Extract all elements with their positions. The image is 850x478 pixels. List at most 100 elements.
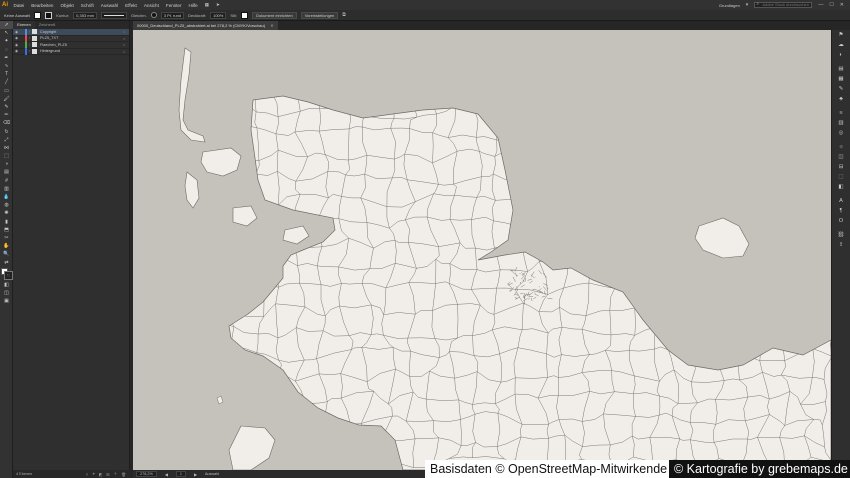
hand-tool-icon[interactable]: ✋ — [0, 242, 13, 250]
stroke-swatch[interactable] — [45, 11, 53, 19]
fill-swatch[interactable] — [34, 11, 42, 19]
new-layer-icon[interactable]: ＋ — [113, 472, 117, 477]
menu-window[interactable]: Fenster — [162, 3, 185, 8]
arrange-icon[interactable]: ⧉ — [342, 12, 346, 18]
graphic-style-swatch[interactable] — [241, 11, 248, 19]
libraries-icon[interactable]: ☁ — [832, 40, 850, 50]
eraser-tool-icon[interactable]: ⌫ — [0, 119, 13, 127]
swatches-icon[interactable]: ▦ — [832, 74, 850, 84]
menu-edit[interactable]: Bearbeiten — [28, 3, 57, 8]
links-icon[interactable]: ⛓ — [832, 230, 850, 240]
color-mode-icon[interactable]: ◧ — [0, 281, 13, 289]
graphic-styles-icon[interactable]: ◫ — [832, 152, 850, 162]
tab-layers[interactable]: Ebenen — [13, 21, 35, 29]
column-graph-tool-icon[interactable]: ▮ — [0, 218, 13, 226]
character-icon[interactable]: A — [832, 196, 850, 206]
visibility-icon[interactable]: ◉ — [13, 30, 20, 34]
paintbrush-tool-icon[interactable]: 🖌 — [0, 95, 13, 103]
stroke-weight-field[interactable]: 0,353 mm — [73, 11, 97, 19]
shaper-tool-icon[interactable]: ✎ — [0, 103, 13, 111]
slice-tool-icon[interactable]: ✂ — [0, 234, 13, 242]
tab-artboards[interactable]: Zeichenfl. — [35, 21, 60, 29]
artboard-canvas[interactable] — [133, 30, 831, 470]
stroke-color-icon[interactable] — [4, 270, 13, 280]
menu-view[interactable]: Ansicht — [140, 3, 162, 8]
pen-tool-icon[interactable]: ✒ — [0, 54, 13, 62]
close-document-icon[interactable]: ✕ — [270, 23, 273, 28]
document-tab[interactable]: 00000_Deutschland_PLZ5_abstrahiert.ai be… — [133, 21, 278, 30]
asset-export-icon[interactable]: ⇪ — [832, 240, 850, 250]
lasso-tool-icon[interactable]: ◌ — [0, 46, 13, 54]
preferences-button[interactable]: Voreinstellungen — [300, 11, 339, 19]
type-tool-icon[interactable]: T — [0, 70, 13, 78]
close-icon[interactable]: ✕ — [840, 2, 844, 8]
properties-icon[interactable]: ⚑ — [832, 30, 850, 40]
send-icon[interactable]: ➤ — [213, 2, 224, 8]
stroke-style[interactable]: Gleichm. — [131, 13, 147, 18]
color-icon[interactable]: ◐ — [832, 50, 850, 60]
shape-builder-tool-icon[interactable]: ◑ — [0, 160, 13, 168]
new-sublayer-icon[interactable]: ⊞ — [106, 472, 109, 477]
drawing-mode-icon[interactable]: ◫ — [0, 289, 13, 297]
target-icon[interactable]: ○ — [123, 42, 129, 47]
document-setup-button[interactable]: Dokument einrichten — [252, 11, 297, 19]
delete-layer-icon[interactable]: 🗑 — [121, 472, 126, 477]
rectangle-tool-icon[interactable]: ▭ — [0, 87, 13, 95]
opentype-icon[interactable]: O — [832, 216, 850, 226]
blend-tool-icon[interactable]: ◍ — [0, 201, 13, 209]
brushes-icon[interactable]: ✎ — [832, 84, 850, 94]
artboard-number-field[interactable]: 1 — [175, 471, 186, 477]
symbol-sprayer-tool-icon[interactable]: ✺ — [0, 209, 13, 217]
color-guide-icon[interactable]: ▤ — [832, 64, 850, 74]
zoom-tool-icon[interactable]: 🔍 — [0, 250, 13, 258]
layout-icon[interactable]: ▦ — [201, 2, 212, 8]
perspective-grid-tool-icon[interactable]: ▤ — [0, 168, 13, 176]
menu-type[interactable]: Schrift — [77, 3, 97, 8]
brush-select[interactable]: 3 Pt. rund — [160, 11, 185, 19]
next-artboard-icon[interactable]: ▶ — [194, 472, 197, 477]
prev-artboard-icon[interactable]: ◀ — [165, 472, 168, 477]
artboard-tool-icon[interactable]: ⬒ — [0, 226, 13, 234]
stock-search-input[interactable]: ⌕ Adobe Stock durchsuchen — [754, 2, 813, 8]
paragraph-icon[interactable]: ¶ — [832, 206, 850, 216]
opacity-field[interactable]: 100% — [210, 11, 227, 19]
visibility-icon[interactable]: ◉ — [13, 49, 20, 53]
fill-stroke-widget[interactable] — [0, 267, 13, 281]
clipping-mask-icon[interactable]: ◩ — [99, 472, 103, 477]
align-icon[interactable]: ⊟ — [832, 162, 850, 172]
eyedropper-tool-icon[interactable]: 💧 — [0, 193, 13, 201]
appearance-icon[interactable]: ☼ — [832, 142, 850, 152]
maximize-icon[interactable]: ☐ — [829, 2, 833, 8]
brush-icon[interactable] — [150, 12, 157, 18]
symbols-icon[interactable]: ♣ — [832, 94, 850, 104]
rotate-tool-icon[interactable]: ↻ — [0, 127, 13, 135]
target-icon[interactable]: ○ — [123, 36, 129, 41]
stroke-panel-icon[interactable]: ≡ — [832, 108, 850, 118]
width-tool-icon[interactable]: ⋈ — [0, 144, 13, 152]
menu-help[interactable]: Hilfe — [185, 3, 201, 8]
gradient-panel-icon[interactable]: ▥ — [832, 118, 850, 128]
minimize-icon[interactable]: — — [818, 2, 823, 8]
workspace-switcher[interactable]: Grundlagen — [719, 3, 740, 8]
visibility-icon[interactable]: ◉ — [13, 43, 20, 47]
pathfinder-icon[interactable]: ◧ — [832, 182, 850, 192]
menu-file[interactable]: Datei — [10, 3, 28, 8]
line-tool-icon[interactable]: ╱ — [0, 78, 13, 86]
zoom-field[interactable]: 278,2% — [136, 471, 157, 477]
target-icon[interactable]: ○ — [123, 49, 129, 54]
gradient-tool-icon[interactable]: ▥ — [0, 185, 13, 193]
direct-selection-tool-icon[interactable]: ↖ — [0, 29, 13, 37]
target-icon[interactable]: ○ — [123, 29, 129, 34]
menu-object[interactable]: Objekt — [57, 3, 77, 8]
magic-wand-tool-icon[interactable]: ✦ — [0, 37, 13, 45]
stroke-profile-preview[interactable] — [100, 11, 127, 19]
curvature-tool-icon[interactable]: ∿ — [0, 62, 13, 70]
workspace-switcher-icon[interactable]: ▾ — [746, 2, 749, 8]
screen-mode-icon[interactable]: ▣ — [0, 297, 13, 305]
menu-effect[interactable]: Effekt — [122, 3, 141, 8]
swap-colors-icon[interactable]: ⇄ — [0, 258, 13, 266]
mesh-tool-icon[interactable]: # — [0, 177, 13, 185]
transparency-icon[interactable]: ◎ — [832, 128, 850, 138]
scale-tool-icon[interactable]: ⤢ — [0, 136, 13, 144]
export-layer-icon[interactable]: ⇪ — [85, 472, 88, 477]
